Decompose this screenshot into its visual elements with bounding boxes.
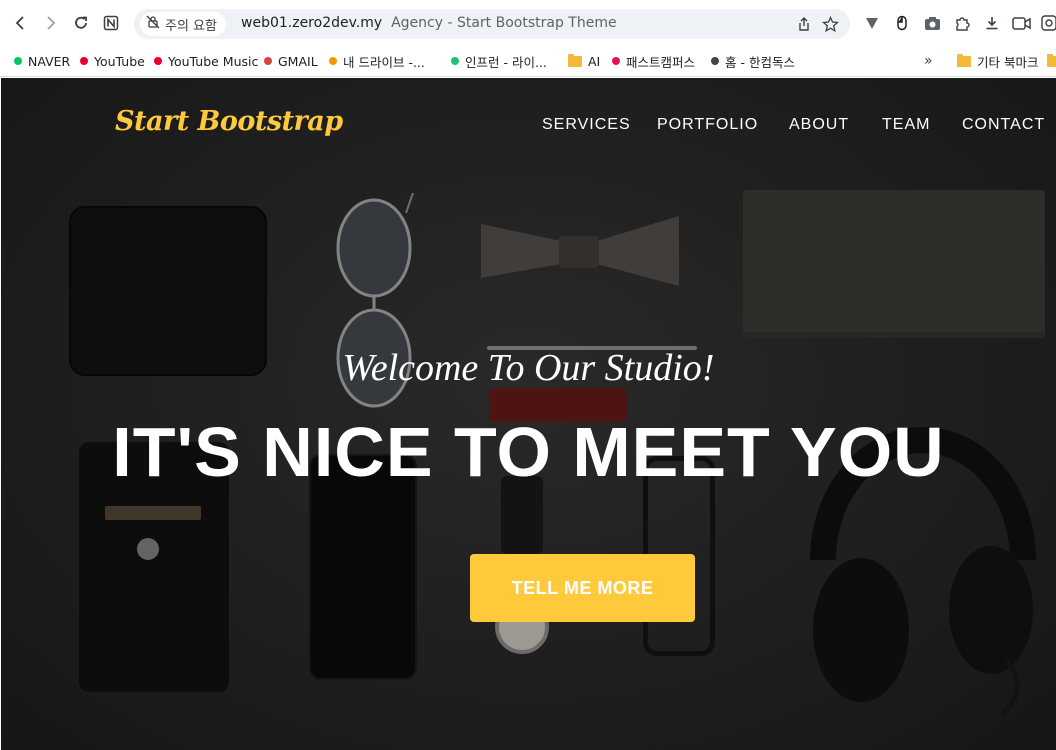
bookmark-label: AI: [588, 53, 601, 69]
masthead-subheading: Welcome To Our Studio!: [342, 347, 715, 389]
google-drive-icon: [329, 57, 337, 65]
security-label: 주의 요함: [165, 18, 217, 34]
gmail-icon: [264, 57, 272, 65]
bookmarks-overflow-button[interactable]: »: [924, 51, 933, 71]
naver-icon: [14, 57, 22, 65]
extension-v-icon[interactable]: [862, 13, 882, 33]
browser-toolbar: 주의 요함 web01.zero2dev.my Agency - Start B…: [0, 0, 1056, 46]
bookmark-label: 내 드라이브 -...: [343, 54, 425, 70]
mouse-icon[interactable]: [892, 13, 912, 33]
hancomdocs-icon: [711, 57, 719, 65]
notion-icon[interactable]: [101, 13, 121, 33]
bookmark-other-folder[interactable]: 기타 북마크: [957, 51, 1038, 71]
bookmark-folder-ai[interactable]: AI: [568, 51, 600, 71]
not-secure-icon: [146, 15, 160, 33]
hero-section: Start Bootstrap SERVICES PORTFOLIO ABOUT…: [1, 78, 1056, 750]
folder-icon: [1047, 53, 1056, 67]
share-icon[interactable]: [795, 15, 813, 33]
bookmark-label: YouTube: [94, 53, 145, 69]
bookmark-label: 인프런 - 라이...: [465, 54, 547, 70]
folder-icon: [568, 53, 582, 67]
bookmark-drive[interactable]: 내 드라이브 -...: [329, 51, 425, 71]
bookmark-label: 패스트캠퍼스: [626, 54, 696, 70]
bookmark-label: GMAIL: [278, 53, 318, 69]
nav-contact[interactable]: CONTACT: [962, 116, 1045, 134]
nav-portfolio[interactable]: PORTFOLIO: [657, 116, 758, 134]
bookmark-label: 홈 - 한컴독스: [725, 54, 795, 70]
puzzle-icon[interactable]: [952, 13, 972, 33]
bookmark-label: NAVER: [28, 53, 71, 69]
reload-icon[interactable]: [71, 13, 91, 33]
nav-services[interactable]: SERVICES: [542, 116, 631, 134]
bookmark-hancomdocs[interactable]: 홈 - 한컴독스: [711, 51, 795, 71]
bookmark-fastcampus[interactable]: 패스트캠퍼스: [612, 51, 695, 71]
nav-about[interactable]: ABOUT: [789, 116, 849, 134]
url-text[interactable]: web01.zero2dev.my Agency - Start Bootstr…: [241, 15, 617, 31]
bookmark-label: YouTube Music: [168, 53, 259, 69]
tell-me-more-button[interactable]: TELL ME MORE: [470, 554, 695, 622]
url-domain: web01.zero2dev.my: [241, 15, 383, 31]
url-page-title: Agency - Start Bootstrap Theme: [391, 15, 617, 31]
masthead-heading: IT'S NICE TO MEET YOU: [112, 413, 945, 491]
video-icon[interactable]: [1011, 13, 1031, 33]
youtube-music-icon: [154, 57, 162, 65]
address-bar[interactable]: 주의 요함 web01.zero2dev.my Agency - Start B…: [134, 9, 850, 39]
brand-logo[interactable]: Start Bootstrap: [115, 106, 343, 137]
fastcampus-icon: [612, 57, 620, 65]
bookmark-youtube-music[interactable]: YouTube Music: [154, 51, 258, 71]
bookmark-inflearn[interactable]: 인프런 - 라이...: [451, 51, 547, 71]
bookmark-gmail[interactable]: GMAIL: [264, 51, 318, 71]
extension-icon[interactable]: [1039, 13, 1056, 33]
forward-icon[interactable]: [40, 13, 60, 33]
bookmark-naver[interactable]: NAVER: [14, 51, 70, 71]
inflearn-icon: [451, 57, 459, 65]
back-icon[interactable]: [11, 13, 31, 33]
bookmark-youtube[interactable]: YouTube: [80, 51, 145, 71]
download-icon[interactable]: [982, 13, 1002, 33]
bookmark-folder-partial[interactable]: [1047, 51, 1056, 71]
bookmark-label: 기타 북마크: [977, 54, 1039, 70]
bookmarks-bar: NAVER YouTube YouTube Music GMAIL 내 드라이브…: [0, 46, 1056, 77]
security-chip[interactable]: 주의 요함: [140, 12, 226, 36]
folder-icon: [957, 53, 971, 67]
youtube-icon: [80, 57, 88, 65]
nav-team[interactable]: TEAM: [882, 116, 930, 134]
camera-icon[interactable]: [922, 13, 942, 33]
bookmark-star-icon[interactable]: [821, 15, 839, 33]
